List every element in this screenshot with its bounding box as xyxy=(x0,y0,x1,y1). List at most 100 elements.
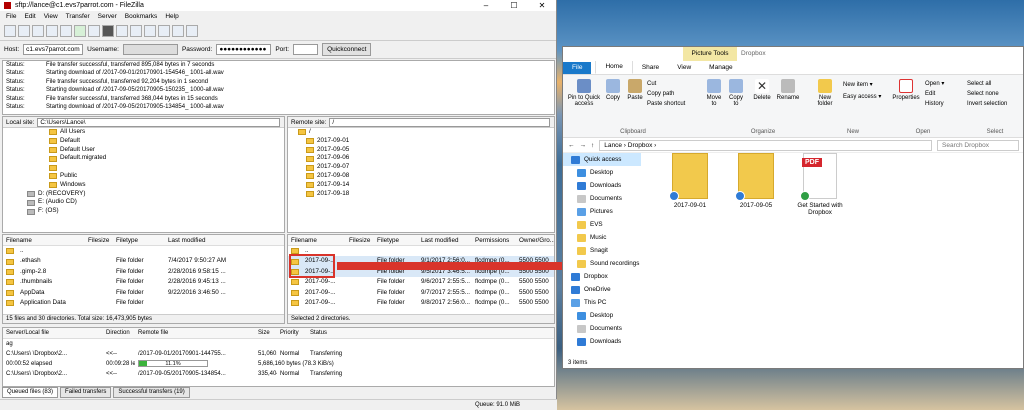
properties-button[interactable]: Properties xyxy=(891,79,921,101)
filter-icon[interactable] xyxy=(144,24,156,37)
local-site-path[interactable]: C:\Users\Lance\ xyxy=(37,117,280,127)
nav-item[interactable]: Snagit xyxy=(563,244,641,257)
local-tree-item[interactable]: Windows xyxy=(49,181,284,190)
remote-tree-item[interactable]: / xyxy=(298,128,554,137)
queue-row[interactable]: C:\Users\ \Dropbox\2... <<--/2017-09-01/2… xyxy=(3,349,554,359)
toggle-remote-tree-icon[interactable] xyxy=(46,24,58,37)
table-row[interactable]: AppData File folder 9/22/2016 3:46:50 ... xyxy=(3,288,284,298)
remote-tree-item[interactable]: 2017-09-07 xyxy=(306,163,554,172)
easy-access-button[interactable]: Easy access ▾ xyxy=(843,91,881,103)
new-item-button[interactable]: New item ▾ xyxy=(843,79,881,91)
table-row[interactable]: 2017-09-... File folder 9/6/2017 2:55:5...… xyxy=(288,277,554,287)
column-header[interactable]: Filetype xyxy=(113,235,165,245)
maximize-button[interactable]: ☐ xyxy=(500,0,528,11)
up-icon[interactable]: ↑ xyxy=(591,142,594,149)
delete-button[interactable]: ✕ Delete xyxy=(751,79,773,101)
local-tree-item[interactable]: F: (OS) xyxy=(27,207,284,216)
edit-button[interactable]: Edit xyxy=(925,89,944,99)
queue-row[interactable]: ag xyxy=(3,339,554,349)
nav-item[interactable]: Quick access xyxy=(563,153,641,166)
copy-button[interactable]: Copy xyxy=(603,79,623,101)
search-box[interactable]: Search Dropbox xyxy=(937,139,1019,151)
menu-bookmarks[interactable]: Bookmarks xyxy=(125,13,158,20)
invert-selection-button[interactable]: Invert selection xyxy=(967,99,1007,109)
column-header[interactable]: Owner/Gro... xyxy=(516,235,554,245)
paste-shortcut-button[interactable]: Paste shortcut xyxy=(647,99,685,109)
compare-icon[interactable] xyxy=(158,24,170,37)
column-header[interactable]: Direction xyxy=(103,328,135,338)
forward-icon[interactable]: → xyxy=(580,142,587,149)
new-folder-button[interactable]: New folder xyxy=(813,79,837,107)
table-row[interactable]: Application Data File folder xyxy=(3,298,284,308)
column-header[interactable]: Filetype xyxy=(374,235,418,245)
history-button[interactable]: History xyxy=(925,99,944,109)
local-tree-item[interactable]: Public xyxy=(49,172,284,181)
nav-item[interactable]: Sound recordings xyxy=(563,257,641,270)
queue-row[interactable]: 00:00:52 elapsed00:09:28 left11.1%5,686,… xyxy=(3,359,554,369)
close-button[interactable]: ✕ xyxy=(528,0,556,11)
local-tree-item[interactable]: Default User xyxy=(49,146,284,155)
local-tree-item[interactable]: Default xyxy=(49,137,284,146)
tab-share[interactable]: Share xyxy=(633,62,668,74)
nav-item[interactable]: Pictures xyxy=(563,205,641,218)
menu-file[interactable]: File xyxy=(6,13,16,20)
tab-successful-transfers[interactable]: Successful transfers (19) xyxy=(113,387,190,398)
remote-tree-item[interactable]: 2017-09-14 xyxy=(306,181,554,190)
nav-item[interactable]: Documents xyxy=(563,192,641,205)
menu-transfer[interactable]: Transfer xyxy=(66,13,90,20)
move-to-button[interactable]: Move to xyxy=(705,79,723,107)
column-header[interactable]: Filename xyxy=(288,235,346,245)
file-get-started-pdf[interactable]: PDF Get Started with Dropbox xyxy=(787,153,853,216)
copy-path-button[interactable]: Copy path xyxy=(647,89,685,99)
tab-failed-transfers[interactable]: Failed transfers xyxy=(60,387,112,398)
toggle-local-tree-icon[interactable] xyxy=(32,24,44,37)
local-tree-item[interactable] xyxy=(49,163,284,172)
menu-edit[interactable]: Edit xyxy=(24,13,35,20)
nav-item[interactable]: Downloads xyxy=(563,179,641,192)
menu-server[interactable]: Server xyxy=(98,13,117,20)
pin-button[interactable]: Pin to Quick access xyxy=(567,79,601,107)
refresh-icon[interactable] xyxy=(74,24,86,37)
select-all-button[interactable]: Select all xyxy=(967,79,1007,89)
cancel-icon[interactable] xyxy=(102,24,114,37)
column-header[interactable]: Last modified xyxy=(418,235,472,245)
nav-item[interactable]: EVS xyxy=(563,218,641,231)
column-header[interactable]: Last modified xyxy=(165,235,275,245)
nav-item[interactable]: Desktop xyxy=(563,166,641,179)
column-header[interactable]: Priority xyxy=(277,328,307,338)
column-header[interactable]: Server/Local file xyxy=(3,328,103,338)
select-none-button[interactable]: Select none xyxy=(967,89,1007,99)
local-tree-item[interactable]: Default.migrated xyxy=(49,154,284,163)
nav-item[interactable]: Dropbox xyxy=(563,270,641,283)
nav-item[interactable]: Desktop xyxy=(563,309,641,322)
local-tree-item[interactable]: All Users xyxy=(49,128,284,137)
local-tree-item[interactable]: D: (RECOVERY) xyxy=(27,190,284,199)
table-row[interactable]: .gimp-2.8 File folder 2/28/2016 9:58:15 ..… xyxy=(3,267,284,277)
column-header[interactable]: Filesize xyxy=(85,235,113,245)
port-input[interactable] xyxy=(293,44,319,55)
table-row[interactable]: 2017-09-... File folder 9/7/2017 2:55:5...… xyxy=(288,288,554,298)
menu-view[interactable]: View xyxy=(44,13,58,20)
column-header[interactable]: Status xyxy=(307,328,367,338)
column-header[interactable]: Permissions xyxy=(472,235,516,245)
password-input[interactable] xyxy=(216,44,272,55)
toggle-queue-icon[interactable] xyxy=(60,24,72,37)
host-input[interactable] xyxy=(23,44,84,55)
folder-2017-09-01[interactable]: 2017-09-01 xyxy=(657,153,723,209)
remote-tree-item[interactable]: 2017-09-06 xyxy=(306,154,554,163)
remote-site-path[interactable]: / xyxy=(329,117,550,127)
remote-tree-item[interactable]: 2017-09-05 xyxy=(306,146,554,155)
open-button[interactable]: Open ▾ xyxy=(925,79,944,89)
column-header[interactable]: Filename xyxy=(3,235,85,245)
remote-tree-item[interactable]: 2017-09-18 xyxy=(306,190,554,199)
remote-tree-item[interactable]: 2017-09-08 xyxy=(306,172,554,181)
menu-help[interactable]: Help xyxy=(165,13,178,20)
sync-browse-icon[interactable] xyxy=(172,24,184,37)
tab-home[interactable]: Home xyxy=(595,60,633,74)
copy-to-button[interactable]: Copy to xyxy=(727,79,745,107)
table-row[interactable]: 2017-09-... File folder 9/8/2017 2:56:0...… xyxy=(288,298,554,308)
nav-item[interactable]: OneDrive xyxy=(563,283,641,296)
back-icon[interactable]: ← xyxy=(568,142,575,149)
remote-tree-item[interactable]: 2017-09-01 xyxy=(306,137,554,146)
column-header[interactable]: Size xyxy=(255,328,277,338)
